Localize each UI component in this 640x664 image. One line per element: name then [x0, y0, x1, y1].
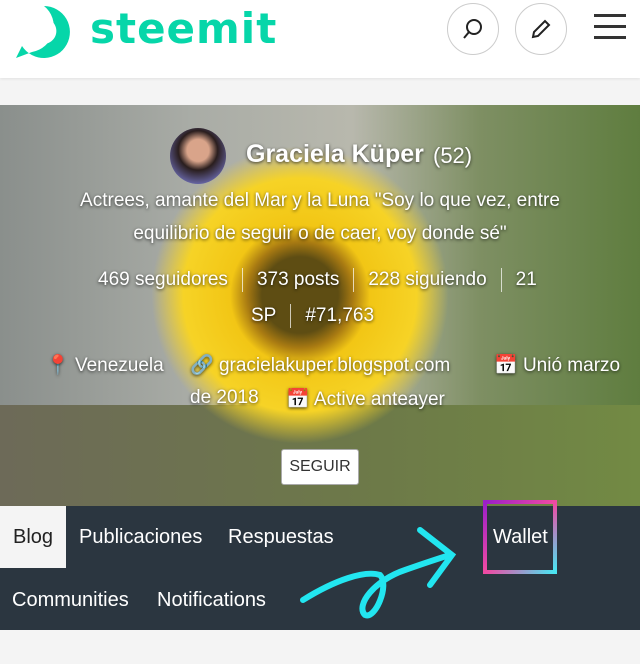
annotation-arrow-icon [300, 527, 457, 619]
search-icon [463, 19, 482, 39]
profile-name: Graciela Küper [246, 140, 424, 168]
bio-line: equilibrio de seguir o de caer, voy dond… [133, 223, 507, 244]
tab-communities[interactable]: Communities [12, 589, 129, 612]
steemit-logo[interactable] [14, 2, 74, 60]
link-icon: 🔗 [190, 355, 214, 376]
avatar [170, 128, 226, 184]
sp-value: 21 [515, 269, 537, 291]
following-link[interactable]: 228 siguiendo [368, 269, 486, 290]
reputation: (52) [433, 143, 473, 168]
menu-icon[interactable] [594, 14, 626, 42]
posts-count: 373 posts [256, 269, 340, 291]
joined-date: Unió marzo [522, 355, 621, 376]
top-header: steemit [0, 0, 640, 78]
location-icon: 📍 [46, 355, 70, 376]
tab-blog[interactable]: Blog [0, 506, 66, 568]
followers-link[interactable]: 469 seguidores [98, 269, 228, 290]
joined-date-cont: de 2018 [190, 387, 259, 408]
calendar-icon: 📅 [494, 355, 518, 376]
calendar-icon: 📅 [286, 389, 310, 410]
rank: #71,763 [305, 305, 375, 327]
location: Venezuela [74, 355, 164, 376]
bio-line: Actrees, amante del Mar y la Luna "Soy l… [80, 190, 560, 211]
tab-publicaciones[interactable]: Publicaciones [79, 526, 202, 549]
follow-button[interactable]: SEGUIR [281, 449, 359, 485]
tab-notifications[interactable]: Notifications [157, 589, 266, 612]
brand-name[interactable]: steemit [90, 4, 277, 53]
sp-unit: SP [251, 305, 277, 327]
last-active: Active anteayer [313, 389, 445, 410]
pencil-icon [531, 19, 551, 39]
write-post-button[interactable] [515, 3, 567, 55]
website-link[interactable]: gracielakuper.blogspot.com [219, 355, 450, 376]
highlight-box [483, 500, 557, 574]
search-button[interactable] [447, 3, 499, 55]
